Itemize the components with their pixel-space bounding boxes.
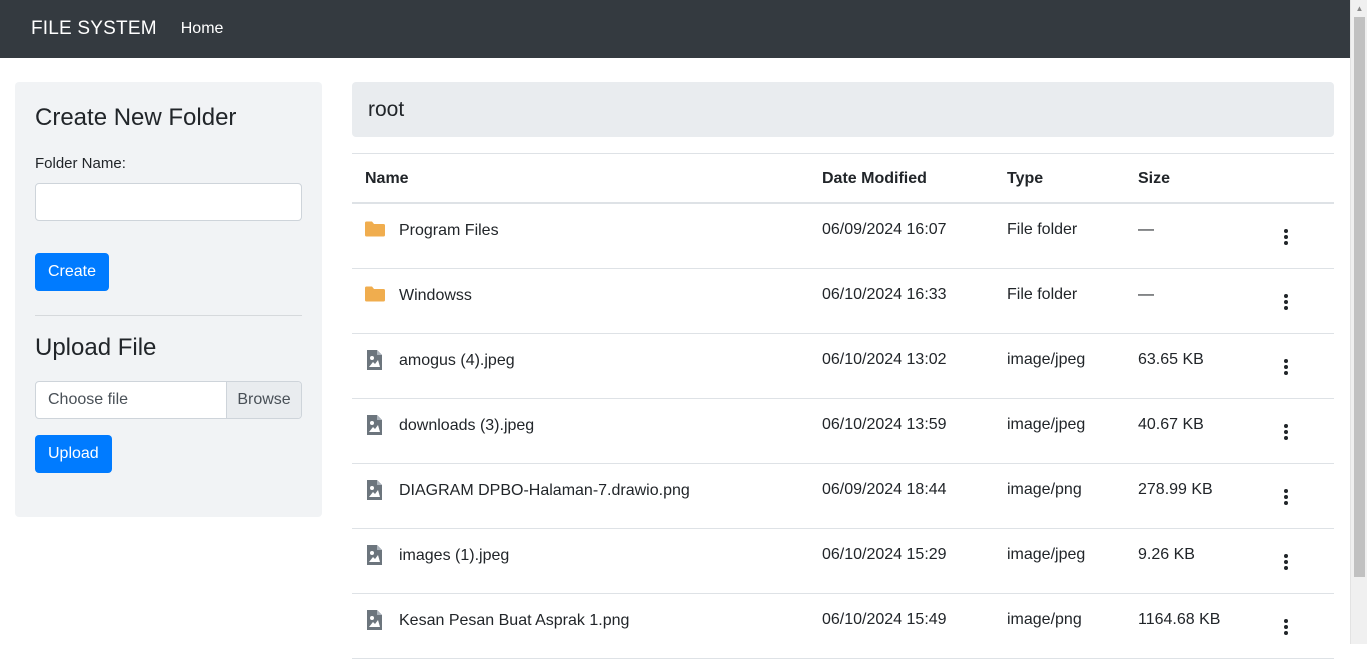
file-type: File folder bbox=[1007, 221, 1078, 238]
table-row[interactable]: Program Files 06/09/2024 16:07 File fold… bbox=[352, 204, 1334, 269]
file-type: image/jpeg bbox=[1007, 546, 1086, 563]
scrollbar-thumb[interactable] bbox=[1354, 17, 1365, 577]
more-options-icon[interactable] bbox=[1276, 617, 1296, 637]
more-options-icon[interactable] bbox=[1276, 552, 1296, 572]
table-body: Program Files 06/09/2024 16:07 File fold… bbox=[352, 204, 1334, 659]
create-button[interactable]: Create bbox=[35, 253, 110, 291]
file-size: 9.26 KB bbox=[1138, 546, 1195, 563]
top-navbar: FILE SYSTEM Home bbox=[0, 0, 1350, 58]
upload-file-title: Upload File bbox=[35, 334, 157, 361]
file-size: 40.67 KB bbox=[1138, 416, 1204, 433]
file-chooser[interactable]: Choose file Browse bbox=[35, 381, 302, 419]
folder-icon bbox=[364, 284, 386, 304]
header-size[interactable]: Size bbox=[1138, 170, 1170, 188]
table-row[interactable]: DIAGRAM DPBO-Halaman-7.drawio.png 06/09/… bbox=[352, 464, 1334, 529]
file-name[interactable]: Program Files bbox=[399, 222, 499, 240]
file-date: 06/10/2024 15:29 bbox=[822, 546, 947, 563]
header-name[interactable]: Name bbox=[365, 170, 409, 188]
file-size: 278.99 KB bbox=[1138, 481, 1213, 498]
file-date: 06/10/2024 13:59 bbox=[822, 416, 947, 433]
file-size: — bbox=[1138, 286, 1154, 303]
file-date: 06/10/2024 16:33 bbox=[822, 286, 947, 303]
folder-icon bbox=[364, 219, 386, 239]
file-chooser-label[interactable]: Choose file bbox=[36, 382, 226, 418]
file-type: image/png bbox=[1007, 481, 1082, 498]
folder-name-input[interactable] bbox=[35, 183, 302, 221]
upload-button[interactable]: Upload bbox=[35, 435, 112, 473]
file-type: image/png bbox=[1007, 611, 1082, 628]
sidebar-panel: Create New Folder Folder Name: Create Up… bbox=[15, 82, 322, 517]
browse-button[interactable]: Browse bbox=[226, 382, 301, 418]
brand-logo[interactable]: FILE SYSTEM bbox=[31, 18, 157, 40]
scroll-up-icon[interactable]: ▲ bbox=[1351, 0, 1367, 17]
file-type: File folder bbox=[1007, 286, 1078, 303]
breadcrumb-root[interactable]: root bbox=[368, 98, 404, 122]
file-date: 06/10/2024 13:02 bbox=[822, 351, 947, 368]
file-date: 06/09/2024 18:44 bbox=[822, 481, 947, 498]
more-options-icon[interactable] bbox=[1276, 227, 1296, 247]
table-row[interactable]: downloads (3).jpeg 06/10/2024 13:59 imag… bbox=[352, 399, 1334, 464]
page-scrollbar[interactable]: ▲ bbox=[1350, 0, 1367, 644]
image-file-icon bbox=[364, 544, 386, 565]
create-folder-title: Create New Folder bbox=[35, 104, 237, 131]
file-type: image/jpeg bbox=[1007, 416, 1086, 433]
breadcrumb: root bbox=[352, 82, 1334, 137]
file-size: 1164.68 KB bbox=[1138, 611, 1221, 628]
more-options-icon[interactable] bbox=[1276, 357, 1296, 377]
file-type: image/jpeg bbox=[1007, 351, 1086, 368]
file-name[interactable]: DIAGRAM DPBO-Halaman-7.drawio.png bbox=[399, 482, 690, 500]
file-table: Name Date Modified Type Size Program Fil… bbox=[352, 153, 1334, 659]
file-size: — bbox=[1138, 221, 1154, 238]
table-header: Name Date Modified Type Size bbox=[352, 153, 1334, 204]
folder-name-label: Folder Name: bbox=[35, 155, 126, 172]
table-row[interactable]: images (1).jpeg 06/10/2024 15:29 image/j… bbox=[352, 529, 1334, 594]
more-options-icon[interactable] bbox=[1276, 487, 1296, 507]
file-name[interactable]: amogus (4).jpeg bbox=[399, 352, 515, 370]
file-date: 06/10/2024 15:49 bbox=[822, 611, 947, 628]
file-date: 06/09/2024 16:07 bbox=[822, 221, 947, 238]
table-row[interactable]: Kesan Pesan Buat Asprak 1.png 06/10/2024… bbox=[352, 594, 1334, 659]
divider bbox=[35, 315, 302, 316]
header-type[interactable]: Type bbox=[1007, 170, 1043, 188]
header-date-modified[interactable]: Date Modified bbox=[822, 170, 927, 188]
nav-home-link[interactable]: Home bbox=[181, 20, 224, 38]
table-row[interactable]: Windowss 06/10/2024 16:33 File folder — bbox=[352, 269, 1334, 334]
file-name[interactable]: downloads (3).jpeg bbox=[399, 417, 534, 435]
file-name[interactable]: images (1).jpeg bbox=[399, 547, 509, 565]
image-file-icon bbox=[364, 609, 386, 630]
file-name[interactable]: Kesan Pesan Buat Asprak 1.png bbox=[399, 612, 629, 630]
file-name[interactable]: Windowss bbox=[399, 287, 472, 305]
file-size: 63.65 KB bbox=[1138, 351, 1204, 368]
table-row[interactable]: amogus (4).jpeg 06/10/2024 13:02 image/j… bbox=[352, 334, 1334, 399]
image-file-icon bbox=[364, 479, 386, 500]
more-options-icon[interactable] bbox=[1276, 422, 1296, 442]
more-options-icon[interactable] bbox=[1276, 292, 1296, 312]
image-file-icon bbox=[364, 414, 386, 435]
image-file-icon bbox=[364, 349, 386, 370]
